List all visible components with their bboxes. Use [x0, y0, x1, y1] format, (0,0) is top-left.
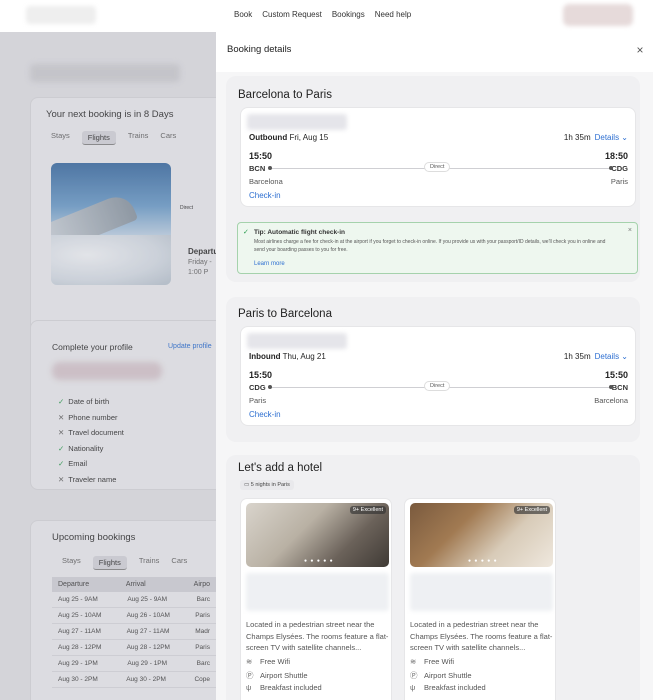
- tip-body: Most airlines charge a fee for check-in …: [254, 239, 606, 253]
- wifi-icon: ≋: [246, 657, 253, 666]
- chevron-down-icon: ⌄: [621, 352, 628, 361]
- hotel-name: [246, 573, 389, 611]
- arrival-city: Barcelona: [594, 396, 628, 405]
- route-dot: [609, 384, 613, 389]
- departure-time: 15:50: [249, 151, 273, 161]
- arrival-city: Paris: [610, 177, 628, 186]
- amenity-shuttle: Ⓟ Airport Shuttle: [410, 671, 472, 680]
- rating-badge: 9+ Excellent: [349, 506, 386, 514]
- arrival-time: 15:50: [604, 370, 628, 380]
- outbound-title: Barcelona to Paris: [238, 89, 332, 101]
- carousel-dots[interactable]: ● ● ● ● ●: [304, 558, 334, 564]
- checkin-link[interactable]: Check-in: [249, 410, 281, 419]
- close-icon[interactable]: ×: [628, 227, 632, 234]
- top-nav: Book Custom Request Bookings Need help: [0, 0, 653, 32]
- departure-time: 15:50: [249, 370, 273, 380]
- inbound-title: Paris to Barcelona: [238, 308, 332, 320]
- checkin-tip: ✓ Tip: Automatic flight check-in Most ai…: [237, 222, 638, 274]
- hotel-card[interactable]: 9+ Excellent ● ● ● ● ● Located in a pede…: [240, 498, 392, 700]
- amenity-shuttle: Ⓟ Airport Shuttle: [246, 671, 308, 680]
- chevron-down-icon: ⌄: [621, 133, 628, 142]
- inbound-flight-card: Inbound Thu, Aug 21 1h 35m Details ⌄ 15:5…: [240, 326, 636, 426]
- details-link[interactable]: Details ⌄: [595, 133, 628, 142]
- hotel-image[interactable]: 9+ Excellent ● ● ● ● ●: [246, 503, 389, 567]
- rating-badge: 9+ Excellent: [513, 506, 550, 514]
- nav-custom-request[interactable]: Custom Request: [262, 10, 322, 19]
- nav-links: Book Custom Request Bookings Need help: [234, 10, 411, 19]
- wifi-icon: ≋: [410, 657, 417, 666]
- outbound-heading: Outbound Fri, Aug 15: [249, 133, 329, 142]
- details-link[interactable]: Details ⌄: [595, 352, 628, 361]
- airline-logo: [247, 114, 347, 130]
- bed-icon: ▭: [244, 482, 251, 488]
- logo[interactable]: [26, 6, 96, 24]
- tip-title: Tip: Automatic flight check-in: [254, 229, 346, 236]
- departure-airport: BCN: [249, 164, 266, 173]
- arrival-airport: BCN: [611, 383, 628, 392]
- hotel-title: Let's add a hotel: [238, 462, 323, 474]
- parking-icon: Ⓟ: [410, 671, 418, 680]
- carousel-dots[interactable]: ● ● ● ● ●: [468, 558, 498, 564]
- nights-badge: ▭ 5 nights in Paris: [240, 480, 294, 490]
- parking-icon: Ⓟ: [246, 671, 254, 680]
- modal-overlay[interactable]: [0, 32, 216, 700]
- arrival-time: 18:50: [604, 151, 628, 161]
- nav-book[interactable]: Book: [234, 10, 252, 19]
- amenity-wifi: ≋ Free Wifi: [410, 657, 454, 666]
- utensils-icon: ψ: [246, 683, 252, 692]
- route-dot: [268, 384, 272, 389]
- amenity-breakfast: ψ Breakfast included: [410, 683, 486, 692]
- panel-title: Booking details: [227, 44, 292, 55]
- departure-airport: CDG: [249, 383, 266, 392]
- utensils-icon: ψ: [410, 683, 416, 692]
- user-avatar[interactable]: [563, 4, 633, 26]
- hotel-name: [410, 573, 553, 611]
- arrival-airport: CDG: [611, 164, 628, 173]
- background-page: Your next booking is in 8 Days Stays Fli…: [0, 32, 216, 700]
- hotel-card[interactable]: 9+ Excellent ● ● ● ● ● Located in a pede…: [404, 498, 556, 700]
- hotel-description: Located in a pedestrian street near the …: [410, 620, 553, 652]
- route-dot: [268, 165, 272, 170]
- nav-bookings[interactable]: Bookings: [332, 10, 365, 19]
- amenity-wifi: ≋ Free Wifi: [246, 657, 290, 666]
- flight-duration: 1h 35m Details ⌄: [563, 133, 628, 142]
- direct-badge: Direct: [424, 381, 451, 391]
- direct-badge: Direct: [424, 162, 451, 172]
- learn-more-link[interactable]: Learn more: [254, 261, 285, 267]
- nav-need-help[interactable]: Need help: [375, 10, 411, 19]
- check-circle-icon: ✓: [243, 229, 249, 236]
- inbound-heading: Inbound Thu, Aug 21: [249, 352, 326, 361]
- checkin-link[interactable]: Check-in: [249, 191, 281, 200]
- outbound-flight-card: Outbound Fri, Aug 15 1h 35m Details ⌄ 15:…: [240, 107, 636, 207]
- route-dot: [609, 165, 613, 170]
- amenity-breakfast: ψ Breakfast included: [246, 683, 322, 692]
- departure-city: Paris: [249, 396, 267, 405]
- panel-header: Booking details ×: [216, 32, 653, 72]
- hotel-description: Located in a pedestrian street near the …: [246, 620, 389, 652]
- hotel-image[interactable]: 9+ Excellent ● ● ● ● ●: [410, 503, 553, 567]
- booking-details-panel: Booking details × Barcelona to Paris Out…: [216, 32, 653, 700]
- flight-duration: 1h 35m Details ⌄: [563, 352, 628, 361]
- departure-city: Barcelona: [249, 177, 283, 186]
- close-icon[interactable]: ×: [632, 42, 648, 58]
- airline-logo: [247, 333, 347, 349]
